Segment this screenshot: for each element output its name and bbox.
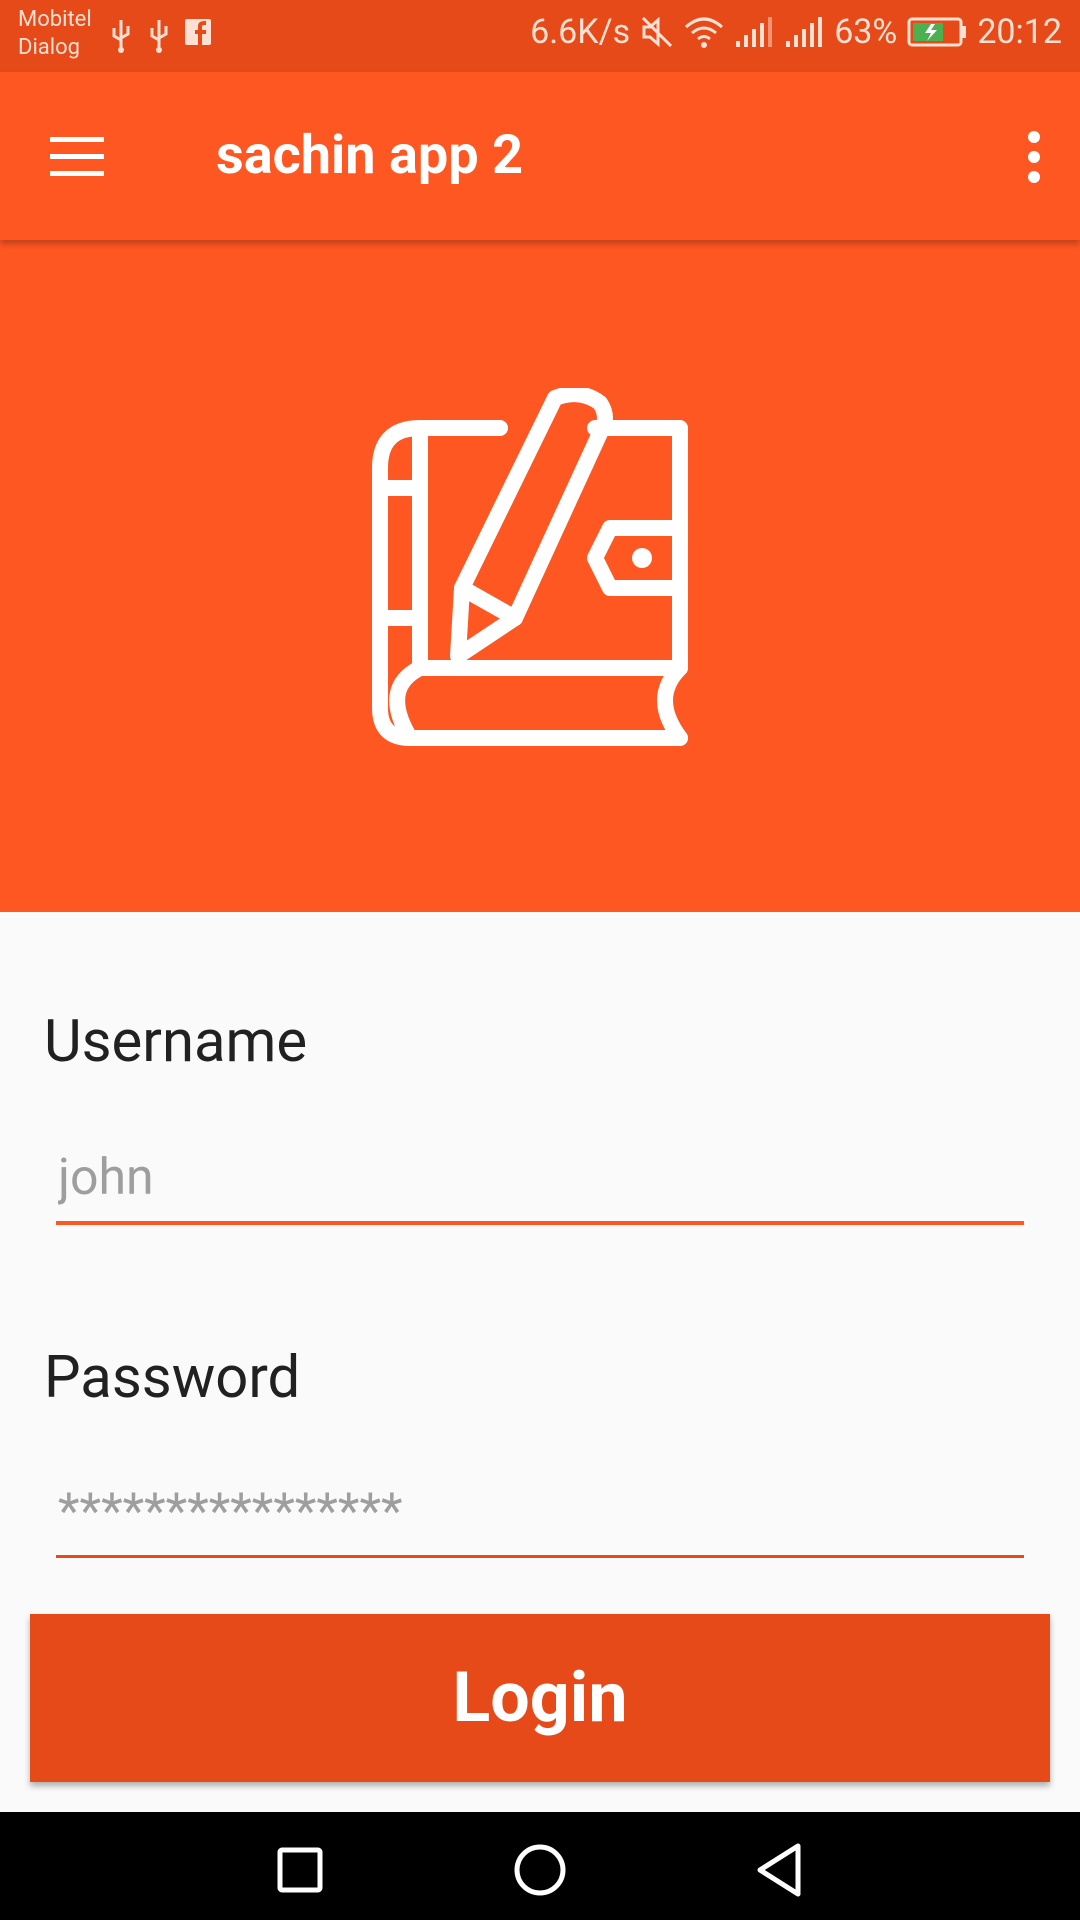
carrier-1: Mobitel [18, 7, 92, 32]
home-icon[interactable] [510, 1840, 570, 1900]
carrier-2: Dialog [18, 35, 81, 60]
username-input[interactable] [56, 1135, 1024, 1225]
battery-percent: 63% [834, 12, 898, 52]
login-button[interactable]: Login [30, 1614, 1050, 1782]
password-label: Password [44, 1344, 301, 1412]
hamburger-menu-icon[interactable] [48, 127, 112, 187]
mute-icon [640, 15, 674, 49]
usb-icon [146, 18, 172, 54]
wifi-icon [684, 15, 724, 49]
status-icons-left [108, 18, 212, 54]
signal-icon [734, 15, 774, 49]
app-bar: sachin app 2 [0, 72, 1080, 240]
back-icon[interactable] [750, 1840, 810, 1900]
battery-icon [907, 17, 967, 47]
password-input[interactable] [56, 1468, 1024, 1558]
signal-icon [784, 15, 824, 49]
status-icons-right: 6.6K/s 63% 20:12 [530, 12, 1062, 52]
network-speed: 6.6K/s [530, 12, 631, 52]
notebook-pencil-icon [370, 386, 710, 772]
navigation-bar [0, 1812, 1080, 1920]
facebook-icon [184, 18, 212, 54]
status-bar: Mobitel Dialog 6.6K/s 63% 20:12 [0, 0, 1080, 72]
more-vertical-icon[interactable] [1014, 127, 1054, 187]
usb-icon [108, 18, 134, 54]
carrier-names: Mobitel Dialog [18, 6, 92, 62]
app-title: sachin app 2 [216, 124, 524, 187]
recent-apps-icon[interactable] [270, 1840, 330, 1900]
username-label: Username [44, 1008, 308, 1076]
clock: 20:12 [977, 12, 1062, 52]
hero-banner [0, 240, 1080, 912]
